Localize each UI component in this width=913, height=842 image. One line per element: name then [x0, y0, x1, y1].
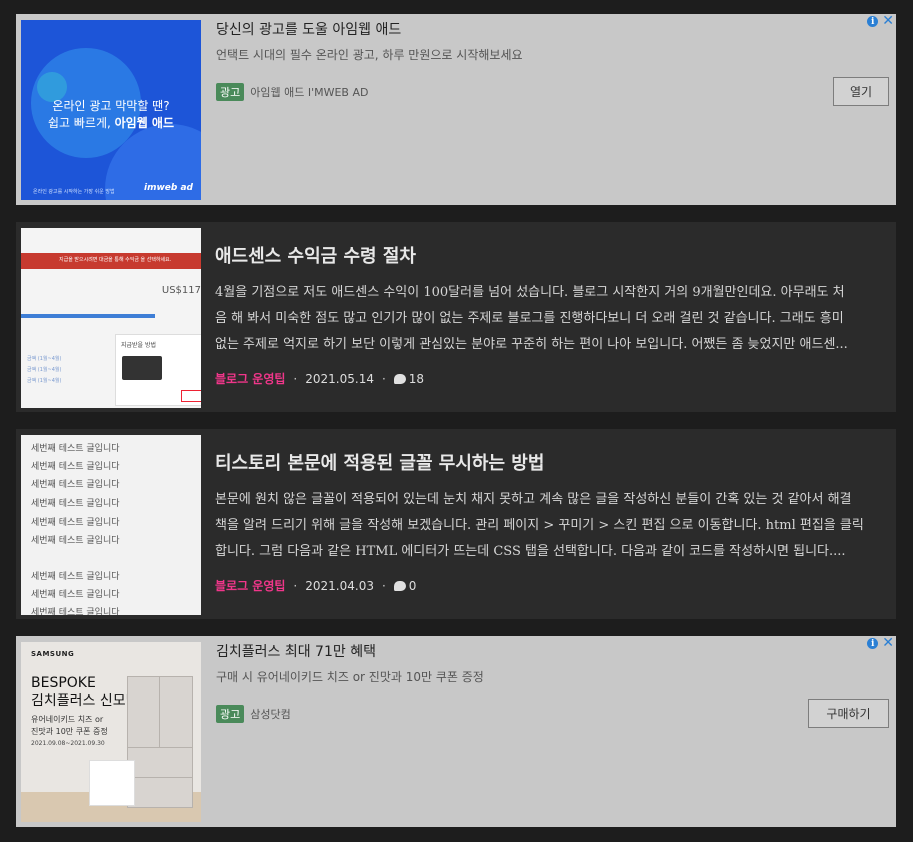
separator-dot: ·	[381, 371, 386, 386]
coupon-image	[89, 760, 135, 806]
ad-thumbnail-text: 온라인 광고 막막할 땐? 쉽고 빠르게, 아임웹 애드	[21, 98, 201, 132]
comment-count: 0	[393, 578, 417, 593]
post-title[interactable]: 애드센스 수익금 수령 절차	[215, 242, 416, 268]
thumb-date: 2021.09.08~2021.09.30	[31, 740, 105, 747]
post-date: 2021.05.14	[305, 371, 374, 386]
thumb-row: 금액 (1월~4월)	[27, 356, 62, 362]
comment-count: 18	[393, 371, 425, 386]
open-button[interactable]: 열기	[833, 77, 889, 106]
excerpt-line: 책을 알려 드리기 위해 글을 작성해 보겠습니다. 관리 페이지 > 꾸미기 …	[215, 518, 864, 533]
ad-choices: i ✕	[867, 636, 894, 650]
close-icon[interactable]: ✕	[882, 636, 894, 650]
thumb-sub-line: 진맛과 10만 쿠폰 증정	[31, 727, 108, 736]
comment-icon	[393, 580, 406, 591]
thumb-amount: US$117	[161, 285, 201, 296]
ad-meta: 광고 삼성닷컴	[216, 705, 291, 723]
thumb-line: 세번째 테스트 글입니다	[31, 590, 120, 600]
separator-dot: ·	[293, 371, 298, 386]
ad-card-imweb[interactable]: 온라인 광고 막막할 땐? 쉽고 빠르게, 아임웹 애드 온라인 광고를 시작하…	[16, 14, 896, 205]
imweb-logo: imweb ad	[144, 183, 193, 193]
post-category[interactable]: 블로그 운영팁	[215, 577, 285, 594]
info-icon[interactable]: i	[867, 638, 879, 649]
ad-badge: 광고	[216, 83, 245, 101]
samsung-logo: SAMSUNG	[31, 650, 75, 658]
ad-title[interactable]: 당신의 광고를 도울 아임웹 애드	[216, 19, 401, 39]
info-icon[interactable]: i	[867, 16, 879, 27]
separator-dot: ·	[381, 578, 386, 593]
ad-badge: 광고	[216, 705, 245, 723]
thumb-brand: 아임웹 애드	[114, 116, 175, 130]
thumb-line: 세번째 테스트 글입니다	[31, 499, 120, 509]
thumb-line: 세번째 테스트 글입니다	[31, 518, 120, 528]
thumb-rows: 금액 (1월~4월) 금액 (1월~4월) 금액 (1월~4월)	[27, 354, 61, 387]
excerpt-line: 없는 주제로 억지로 하기 보단 이렇게 관심있는 분야로 꾸준히 하는 편이 …	[215, 337, 848, 352]
post-excerpt: 4월을 기점으로 저도 애드센스 수익이 100달러를 넘어 섰습니다. 블로그…	[215, 280, 885, 358]
fridge-line	[128, 777, 192, 778]
post-thumbnail[interactable]: 세번째 테스트 글입니다 세번째 테스트 글입니다 세번째 테스트 글입니다 세…	[21, 435, 201, 615]
ad-choices: i ✕	[867, 14, 894, 28]
thumb-line: 세번째 테스트 글입니다	[31, 444, 120, 454]
post-category[interactable]: 블로그 운영팁	[215, 370, 285, 387]
post-meta: 블로그 운영팁 · 2021.04.03 · 0	[215, 577, 416, 594]
thumb-line: 세번째 테스트 글입니다	[31, 536, 120, 546]
thumb-row: 금액 (1월~4월)	[27, 367, 62, 373]
comment-icon	[393, 373, 406, 384]
thumb-line: 온라인 광고 막막할 땐?	[52, 99, 170, 113]
thumb-heading-line: BESPOKE	[31, 675, 96, 691]
thumb-heading: BESPOKE 김치플러스 신모델	[31, 674, 139, 710]
thumb-heading-line: 김치플러스 신모델	[31, 693, 139, 709]
thumb-subtext: 유어네이키드 치즈 or 진맛과 10만 쿠폰 증정	[31, 714, 108, 738]
buy-button[interactable]: 구매하기	[808, 699, 889, 728]
ad-advertiser: 삼성닷컴	[250, 708, 291, 721]
ad-title[interactable]: 김치플러스 최대 71만 혜택	[216, 641, 376, 661]
post-card[interactable]: 지급을 받으시려면 대금을 통해 수익금 을 선택하세요. US$117 지급받…	[16, 222, 896, 412]
thumb-footer: 온라인 광고를 시작하는 가장 쉬운 방법	[33, 189, 115, 195]
ad-card-samsung[interactable]: SAMSUNG BESPOKE 김치플러스 신모델 유어네이키드 치즈 or 진…	[16, 636, 896, 827]
ad-thumbnail[interactable]: SAMSUNG BESPOKE 김치플러스 신모델 유어네이키드 치즈 or 진…	[21, 642, 201, 822]
thumb-line: 세번째 테스트 글입니다	[31, 608, 120, 615]
post-title[interactable]: 티스토리 본문에 적용된 글꼴 무시하는 방법	[215, 449, 544, 475]
excerpt-line: 본문에 원치 않은 글꼴이 적용되어 있는데 눈치 채지 못하고 계속 많은 글…	[215, 492, 852, 507]
post-thumbnail[interactable]: 지급을 받으시려면 대금을 통해 수익금 을 선택하세요. US$117 지급받…	[21, 228, 201, 408]
thumb-sub-line: 유어네이키드 치즈 or	[31, 715, 104, 724]
thumb-line: 쉽고 빠르게,	[47, 116, 115, 130]
post-excerpt: 본문에 원치 않은 글꼴이 적용되어 있는데 눈치 채지 못하고 계속 많은 글…	[215, 487, 885, 565]
thumb-banner-text: 지급을 받으시려면 대금을 통해 수익금 을 선택하세요.	[59, 257, 172, 263]
fridge-door	[128, 677, 160, 747]
ad-description: 구매 시 유어네이키드 치즈 or 진맛과 10만 쿠폰 증정	[216, 670, 484, 684]
post-date: 2021.04.03	[305, 578, 374, 593]
post-meta: 블로그 운영팁 · 2021.05.14 · 18	[215, 370, 424, 387]
ad-description: 언택트 시대의 필수 온라인 광고, 하루 만원으로 시작해보세요	[216, 48, 523, 62]
comment-number: 0	[408, 578, 417, 593]
excerpt-line: 4월을 기점으로 저도 애드센스 수익이 100달러를 넘어 섰습니다. 블로그…	[215, 285, 845, 300]
thumb-line: 세번째 테스트 글입니다	[31, 572, 120, 582]
ad-meta: 광고 아임웹 애드 I'MWEB AD	[216, 83, 368, 101]
thumb-highlight-box	[181, 390, 201, 402]
excerpt-line: 음 해 봐서 미숙한 점도 많고 인기가 많이 없는 주제로 블로그를 진행하다…	[215, 311, 844, 326]
ad-advertiser: 아임웹 애드 I'MWEB AD	[250, 86, 369, 99]
thumb-box-title: 지급받을 방법	[121, 342, 157, 349]
fridge-line	[128, 747, 192, 748]
post-card[interactable]: 세번째 테스트 글입니다 세번째 테스트 글입니다 세번째 테스트 글입니다 세…	[16, 429, 896, 619]
separator-dot: ·	[293, 578, 298, 593]
thumb-row: 금액 (1월~4월)	[27, 378, 62, 384]
ad-thumbnail[interactable]: 온라인 광고 막막할 땐? 쉽고 빠르게, 아임웹 애드 온라인 광고를 시작하…	[21, 20, 201, 200]
thumb-line: 세번째 테스트 글입니다	[31, 480, 120, 490]
close-icon[interactable]: ✕	[882, 14, 894, 28]
thumb-progress-bar	[21, 314, 155, 318]
excerpt-line: 합니다. 그럼 다음과 같은 HTML 에디터가 뜨는데 CSS 탭을 선택합니…	[215, 544, 846, 559]
comment-number: 18	[408, 371, 425, 386]
refrigerator-image	[127, 676, 193, 808]
payment-icon	[122, 356, 162, 380]
thumb-line: 세번째 테스트 글입니다	[31, 462, 120, 472]
